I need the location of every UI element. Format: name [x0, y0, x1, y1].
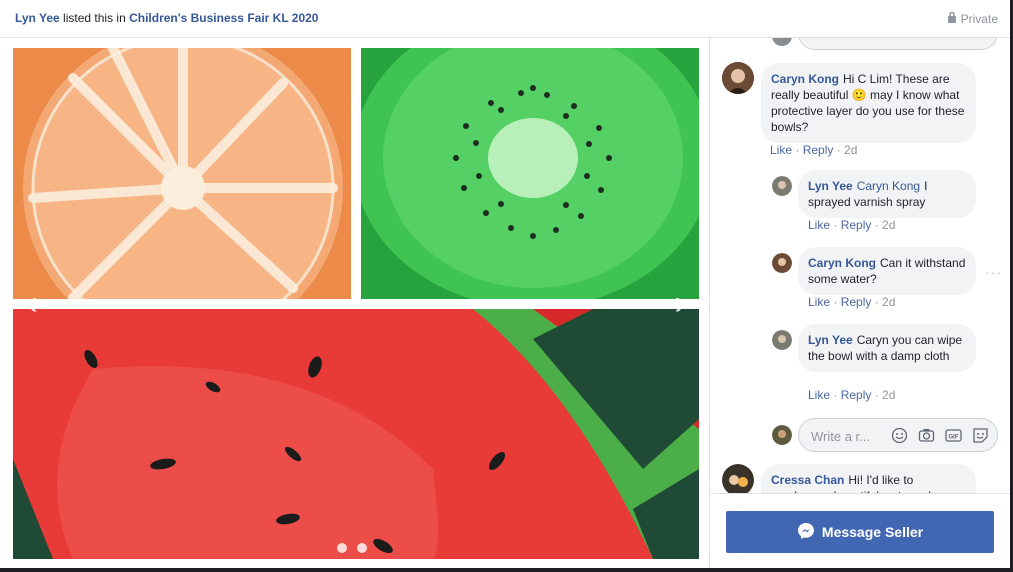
clipped-comment-area: Cressa ChanHi! I'd like to purchase a be…: [710, 464, 1010, 493]
like-link[interactable]: Like: [808, 295, 830, 309]
avatar: [772, 38, 792, 46]
current-user-avatar: [772, 425, 792, 445]
orange-bowl-photo: [13, 48, 351, 299]
listing-footer: Message Seller: [710, 493, 1010, 568]
reply-placeholder: Write a r...: [811, 429, 870, 444]
more-options-icon[interactable]: ···: [985, 264, 1002, 280]
comment-author[interactable]: Caryn Kong: [771, 72, 839, 86]
comment-bubble: Lyn Yee Caryn you can wipe the bowl with …: [798, 324, 976, 372]
comment-bubble: Caryn Kong Can it withstand some water?: [798, 247, 976, 295]
reply-link[interactable]: Reply: [841, 218, 872, 232]
comment-actions: Like · Reply · 2d: [770, 143, 858, 157]
seller-name-link[interactable]: Lyn Yee: [15, 11, 60, 25]
photo-pagination: [337, 543, 367, 553]
privacy-label: Private: [960, 11, 998, 26]
messenger-icon: [797, 522, 815, 543]
avatar-lyn-yee[interactable]: [772, 176, 792, 196]
listing-modal: Lyn Yee listed this in Children's Busine…: [0, 0, 1010, 568]
photo-viewer[interactable]: ‹ ›: [0, 38, 710, 568]
comment-bubble: Cressa ChanHi! I'd like to purchase a be…: [761, 464, 976, 493]
camera-icon[interactable]: [918, 427, 935, 444]
gif-icon[interactable]: GIF: [945, 427, 962, 444]
reply-link[interactable]: Reply: [841, 295, 872, 309]
like-link[interactable]: Like: [808, 388, 830, 402]
pagination-dot-2[interactable]: [357, 543, 367, 553]
group-link[interactable]: Children's Business Fair KL 2020: [129, 11, 318, 25]
comment-author[interactable]: Lyn Yee: [808, 333, 853, 347]
svg-text:GIF: GIF: [949, 435, 959, 441]
privacy-indicator: Private: [947, 11, 998, 26]
comment-actions: Like · Reply · 2d: [808, 388, 896, 402]
avatar-lyn-yee[interactable]: [772, 330, 792, 350]
reply-link[interactable]: Reply: [841, 388, 872, 402]
kiwi-bowl-photo: [361, 48, 699, 299]
comment-author[interactable]: Cressa Chan: [771, 473, 844, 487]
message-seller-button[interactable]: Message Seller: [726, 511, 994, 553]
chevron-right-icon[interactable]: ›: [668, 286, 692, 320]
listing-header: Lyn Yee listed this in Children's Busine…: [0, 0, 1010, 38]
comment-author[interactable]: Caryn Kong: [808, 256, 876, 270]
comment-bubble: Lyn Yee Caryn Kong I sprayed varnish spray: [798, 170, 976, 218]
lock-icon: [947, 11, 957, 26]
comment-time: 2d: [882, 388, 896, 402]
like-link[interactable]: Like: [808, 218, 830, 232]
reply-input-tools: GIF: [891, 427, 989, 444]
comment-bubble: Caryn Kong Hi C Lim! These are really bea…: [761, 63, 976, 143]
comment-actions: Like · Reply · 2d: [808, 218, 896, 232]
emoji-icon[interactable]: [891, 427, 908, 444]
comment-time: 2d: [882, 218, 896, 232]
like-link[interactable]: Like: [770, 143, 792, 157]
comment-time: 2d: [882, 295, 896, 309]
watermelon-bowl-photo: [13, 309, 699, 559]
sticker-icon[interactable]: [972, 427, 989, 444]
reply-link[interactable]: Reply: [803, 143, 834, 157]
message-seller-label: Message Seller: [821, 524, 924, 540]
reply-input[interactable]: Write a r... GIF: [798, 418, 998, 452]
comment-actions: Like · Reply · 2d: [808, 295, 896, 309]
avatar-caryn-kong[interactable]: [772, 253, 792, 273]
pagination-dot-1[interactable]: [337, 543, 347, 553]
previous-reply-box[interactable]: [798, 38, 998, 50]
avatar-caryn-kong[interactable]: [722, 62, 754, 94]
smile-emoji-icon: 🙂: [851, 88, 867, 102]
comment-author[interactable]: Lyn Yee: [808, 179, 853, 193]
chevron-left-icon[interactable]: ‹: [20, 286, 44, 320]
tagged-user[interactable]: Caryn Kong: [857, 179, 920, 193]
listing-title: Lyn Yee listed this in Children's Busine…: [15, 11, 318, 25]
listed-text: listed this in: [63, 11, 126, 25]
comment-time: 2d: [844, 143, 858, 157]
